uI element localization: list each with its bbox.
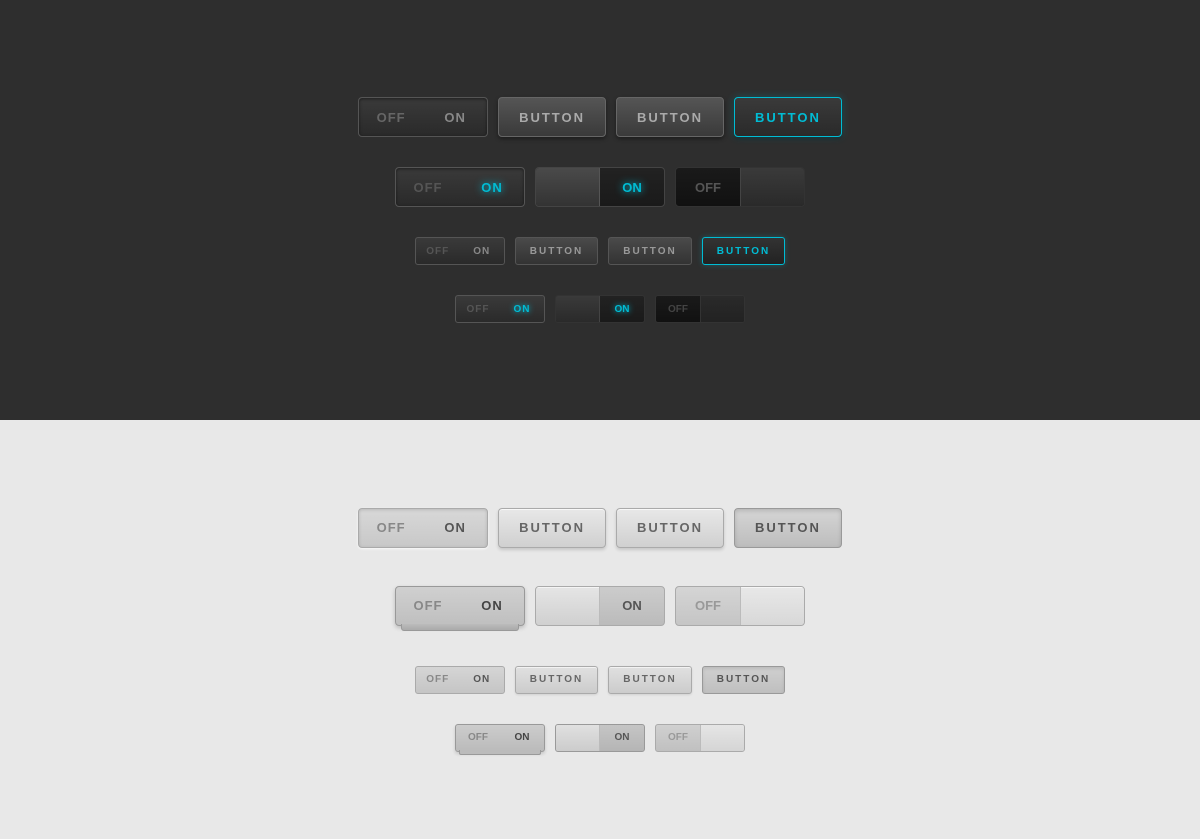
light-small-btn-1[interactable]: BUTTON (515, 666, 598, 694)
light-large-btn-1[interactable]: BUTTON (498, 508, 606, 548)
light-small-slider-on[interactable]: ON (555, 724, 645, 752)
toggle-small-off: OFF (456, 304, 500, 315)
slider-off-label: OFF (676, 180, 740, 195)
dark-large-btn-1[interactable]: BUTTON (498, 97, 606, 137)
dark-large-btn-3-active[interactable]: BUTTON (734, 97, 842, 137)
light-theme-section: OFF ON BUTTON BUTTON BUTTON OFF ON ON OF… (0, 420, 1200, 839)
dark-small-toggle-1[interactable]: OFF ON (415, 237, 505, 265)
toggle-small-light-on: ON (460, 674, 504, 685)
light-large-row2: OFF ON ON OFF (395, 586, 805, 626)
dark-small-slider-off[interactable]: OFF (655, 295, 745, 323)
light-large-slider-on[interactable]: ON (535, 586, 665, 626)
dark-large-row2: OFF ON ON OFF (395, 167, 805, 207)
light-small-slider-off[interactable]: OFF (655, 724, 745, 752)
dark-small-btn-1[interactable]: BUTTON (515, 237, 598, 265)
toggle-small-light-off-2: OFF (456, 732, 500, 743)
light-large-toggle-2[interactable]: OFF ON (395, 586, 525, 626)
light-small-toggle-1[interactable]: OFF ON (415, 666, 505, 694)
toggle-on-label: ON (423, 110, 487, 125)
light-large-btn-2[interactable]: BUTTON (616, 508, 724, 548)
light-large-toggle-1[interactable]: OFF ON (358, 508, 488, 548)
slider-small-light-handle-right (700, 725, 744, 751)
toggle-light-off-2: OFF (396, 598, 460, 613)
slider-handle-small-right (700, 296, 744, 322)
toggle-light-off: OFF (359, 520, 423, 535)
dark-small-btn-3-active[interactable]: BUTTON (702, 237, 785, 265)
dark-large-toggle-1[interactable]: OFF ON (358, 97, 488, 137)
dark-small-row2: OFF ON ON OFF (455, 295, 745, 323)
light-large-slider-off[interactable]: OFF (675, 586, 805, 626)
light-large-btn-3-active[interactable]: BUTTON (734, 508, 842, 548)
toggle-light-on: ON (423, 520, 487, 535)
toggle-small-light-off: OFF (416, 674, 460, 685)
toggle-on-label: ON (460, 180, 524, 195)
toggle-light-on-2: ON (460, 598, 524, 613)
slider-small-light-handle (556, 725, 600, 751)
light-small-btn-3-active[interactable]: BUTTON (702, 666, 785, 694)
slider-handle-small (556, 296, 600, 322)
slider-small-on-label: ON (600, 304, 644, 315)
slider-handle (536, 168, 600, 206)
light-small-toggle-2[interactable]: OFF ON (455, 724, 545, 752)
dark-small-btn-2[interactable]: BUTTON (608, 237, 691, 265)
toggle-off-label: OFF (396, 180, 460, 195)
dark-theme-section: OFF ON BUTTON BUTTON BUTTON OFF ON ON OF… (0, 0, 1200, 420)
light-small-row1: OFF ON BUTTON BUTTON BUTTON (415, 666, 785, 694)
slider-small-light-off-label: OFF (656, 732, 700, 743)
light-small-row2: OFF ON ON OFF (455, 724, 745, 752)
dark-small-toggle-2[interactable]: OFF ON (455, 295, 545, 323)
dark-large-toggle-2[interactable]: OFF ON (395, 167, 525, 207)
toggle-small-light-on-2: ON (500, 732, 544, 743)
slider-small-light-on-label: ON (600, 732, 644, 743)
toggle-small-on: ON (500, 304, 544, 315)
slider-light-on-label: ON (600, 598, 664, 613)
dark-small-row1: OFF ON BUTTON BUTTON BUTTON (415, 237, 785, 265)
dark-large-btn-2[interactable]: BUTTON (616, 97, 724, 137)
slider-handle-right (740, 168, 804, 206)
slider-light-handle (536, 587, 600, 625)
slider-small-off-label: OFF (656, 304, 700, 315)
toggle-small-on: ON (460, 246, 504, 257)
light-large-row1: OFF ON BUTTON BUTTON BUTTON (358, 508, 842, 548)
dark-small-slider-on[interactable]: ON (555, 295, 645, 323)
slider-on-label: ON (600, 180, 664, 195)
toggle-small-off: OFF (416, 246, 460, 257)
dark-large-slider-on[interactable]: ON (535, 167, 665, 207)
slider-light-off-label: OFF (676, 598, 740, 613)
slider-light-handle-right (740, 587, 804, 625)
dark-large-row1: OFF ON BUTTON BUTTON BUTTON (358, 97, 842, 137)
dark-large-slider-off[interactable]: OFF (675, 167, 805, 207)
light-small-btn-2[interactable]: BUTTON (608, 666, 691, 694)
toggle-off-label: OFF (359, 110, 423, 125)
